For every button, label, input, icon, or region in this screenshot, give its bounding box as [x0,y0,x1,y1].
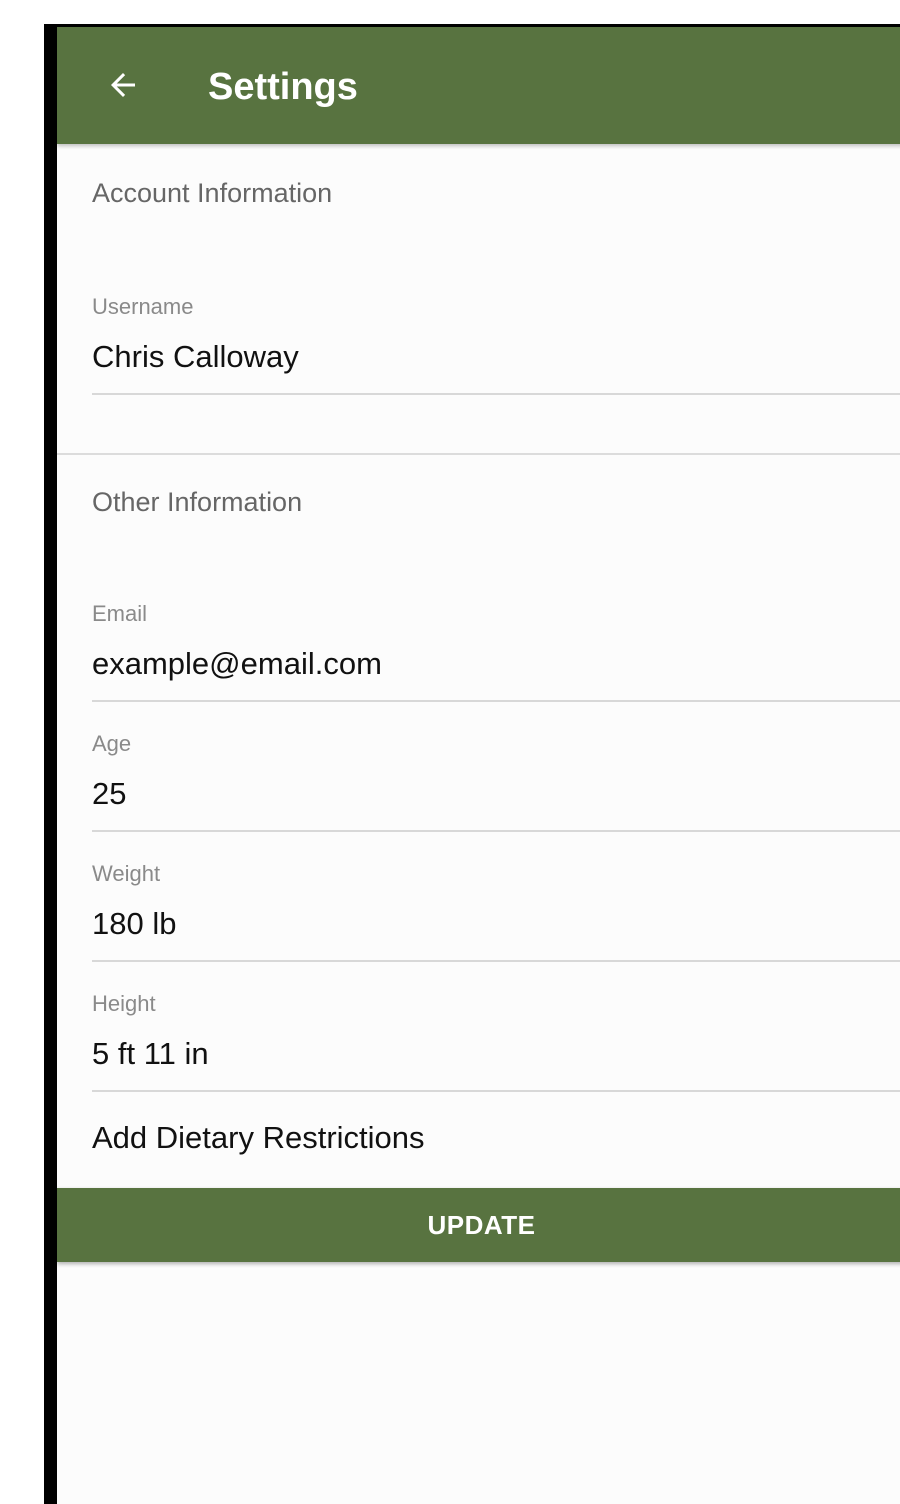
email-underline [92,700,900,702]
email-input[interactable]: example@email.com [92,646,382,682]
other-information-header: Other Information [92,487,303,517]
height-label: Height [92,991,156,1016]
add-dietary-restrictions-row[interactable]: Add Dietary Restrictions [57,1092,900,1188]
add-dietary-restrictions-label: Add Dietary Restrictions [92,1120,425,1155]
username-underline [92,393,900,395]
height-input[interactable]: 5 ft 11 in [92,1036,209,1072]
weight-label: Weight [92,861,161,886]
arrow-left-icon [111,73,135,97]
username-label: Username [92,294,194,319]
page-title: Settings [208,66,358,108]
section-divider [57,453,900,455]
phone-screen: Settings Account Information Username Ch… [44,24,900,1504]
account-information-header: Account Information [92,178,333,208]
back-button[interactable] [103,65,143,105]
weight-input[interactable]: 180 lb [92,906,176,942]
update-button[interactable]: UPDATE [57,1188,900,1262]
age-input[interactable]: 25 [92,776,126,812]
username-input[interactable]: Chris Calloway [92,339,299,375]
age-underline [92,830,900,832]
app-bar: Settings [57,27,900,144]
weight-underline [92,960,900,962]
email-label: Email [92,601,148,626]
age-label: Age [92,731,132,756]
chevron-right-icon [894,1124,900,1154]
